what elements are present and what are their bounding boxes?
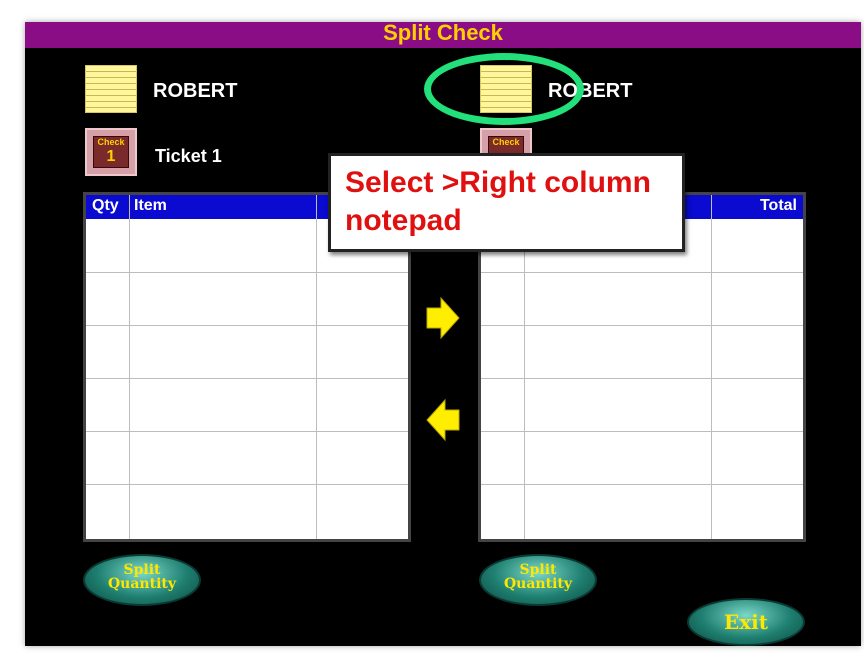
left-ticket-label: Ticket 1 [155,146,222,166]
left-split-quantity-button[interactable]: Split Quantity [83,554,201,606]
column-header-item: Item [134,197,167,214]
right-check-word: Check [492,137,520,147]
left-check-icon[interactable]: Check 1 [85,128,137,176]
title-bar: Split Check [25,22,861,48]
arrow-left-icon[interactable] [425,398,461,442]
instruction-callout: Select >Right column notepad [328,153,685,252]
left-check-number: 1 [106,148,116,165]
left-guest-name: ROBERT [153,80,238,102]
left-split-label-2: Quantity [107,576,176,592]
callout-line-2: notepad [345,204,462,237]
arrow-right-icon[interactable] [425,296,461,340]
right-split-label-1: Split [519,562,557,578]
left-split-label-1: Split [123,562,161,578]
column-header-qty: Qty [92,197,119,214]
exit-button[interactable]: Exit [687,598,805,646]
highlight-ring [424,53,584,125]
right-split-label-2: Quantity [503,576,572,592]
column-header-total: Total [759,197,797,214]
split-check-window: Split Check ROBERT Check 1 Ticket 1 ROBER… [25,22,861,646]
right-split-quantity-button[interactable]: Split Quantity [479,554,597,606]
callout-line-1: Select >Right column [345,166,651,199]
left-notepad-icon[interactable] [85,65,137,113]
window-title: Split Check [383,22,503,45]
left-check-word: Check [97,137,125,147]
